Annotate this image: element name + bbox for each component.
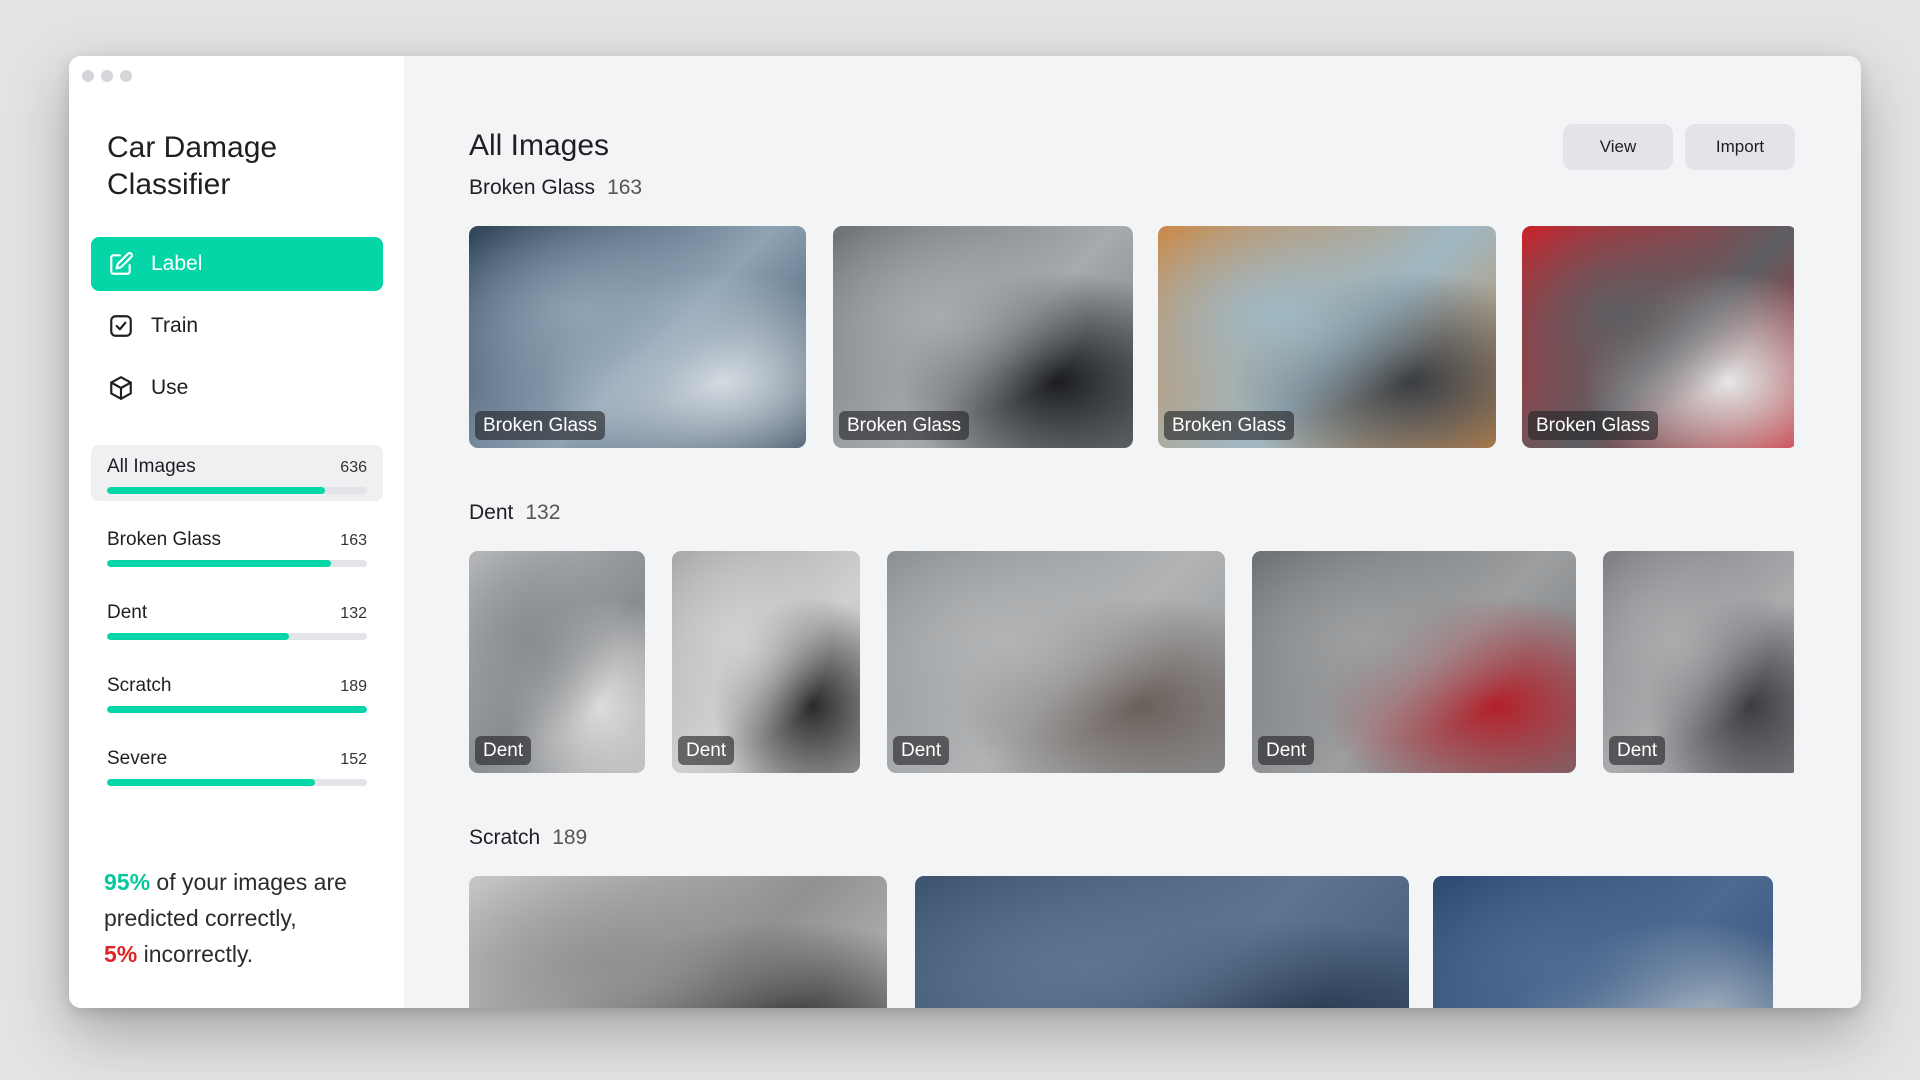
category-count: 152 <box>340 751 367 768</box>
correct-percent: 95% <box>104 869 151 895</box>
window-dot-close[interactable] <box>82 70 94 82</box>
image-label-tag: Broken Glass <box>1164 411 1295 440</box>
window-controls <box>82 70 132 82</box>
image-thumbnail[interactable]: Dent <box>1603 551 1794 773</box>
main-nav: Label Train Use <box>91 237 383 423</box>
edit-icon <box>108 251 134 277</box>
category-row: Severe 152 <box>107 748 367 770</box>
section-dent: Dent 132 Dent Dent Dent Dent Dent <box>469 501 1794 773</box>
image-label-tag: Dent <box>893 736 950 765</box>
category-count: 636 <box>340 459 367 476</box>
category-row: Scratch 189 <box>107 675 367 697</box>
thumbnail-row: Dent Dent Dent Dent Dent <box>469 551 1794 773</box>
sidebar: Car Damage Classifier Label Train Use Al… <box>69 56 404 1008</box>
category-severe[interactable]: Severe 152 <box>91 737 383 793</box>
category-name: All Images <box>107 456 196 477</box>
section-title: Broken Glass <box>469 176 596 199</box>
category-progress-fill <box>107 779 315 786</box>
car-photo <box>1433 876 1773 1008</box>
category-progress-fill <box>107 706 367 713</box>
window-dot-zoom[interactable] <box>120 70 132 82</box>
check-square-icon <box>108 313 134 339</box>
category-name: Scratch <box>107 675 172 696</box>
section-broken-glass: Broken Glass 163 Broken Glass Broken Glass B… <box>469 176 1794 448</box>
section-scratch: Scratch 189 <box>469 826 1794 1008</box>
image-label-tag: Broken Glass <box>1528 411 1659 440</box>
category-progress-bar <box>107 706 367 713</box>
nav-item-label[interactable]: Label <box>91 237 383 291</box>
category-name: Dent <box>107 602 148 623</box>
car-photo <box>915 876 1409 1008</box>
nav-item-text: Label <box>151 252 203 275</box>
summary-line-2: predicted correctly, <box>104 905 297 931</box>
category-progress-bar <box>107 633 367 640</box>
image-thumbnail[interactable]: Dent <box>1252 551 1576 773</box>
category-progress-fill <box>107 487 326 494</box>
image-thumbnail[interactable] <box>1433 876 1773 1008</box>
category-count: 163 <box>340 532 367 549</box>
nav-item-use[interactable]: Use <box>91 361 383 415</box>
image-thumbnail[interactable] <box>915 876 1409 1008</box>
car-photo <box>469 876 887 1008</box>
nav-item-text: Train <box>151 314 199 337</box>
category-progress-bar <box>107 487 367 494</box>
nav-item-train[interactable]: Train <box>91 299 383 353</box>
category-count: 132 <box>340 605 367 622</box>
image-thumbnail[interactable]: Broken Glass <box>1158 226 1496 448</box>
category-count: 189 <box>340 678 367 695</box>
category-progress-fill <box>107 560 331 567</box>
page-title: All Images <box>469 129 610 162</box>
image-thumbnail[interactable]: Dent <box>887 551 1225 773</box>
category-broken-glass[interactable]: Broken Glass 163 <box>91 518 383 574</box>
summary-line-1: of your images are <box>150 869 347 895</box>
category-scratch[interactable]: Scratch 189 <box>91 664 383 720</box>
image-label-tag: Dent <box>678 736 735 765</box>
category-row: Broken Glass 163 <box>107 529 367 551</box>
window-dot-minimize[interactable] <box>101 70 113 82</box>
section-count: 163 <box>607 176 643 199</box>
app-window: Car Damage Classifier Label Train Use Al… <box>69 56 1861 1008</box>
header-actions: View Import <box>1563 124 1795 170</box>
category-progress-bar <box>107 560 367 567</box>
image-label-tag: Dent <box>1609 736 1666 765</box>
category-progress-bar <box>107 779 367 786</box>
category-row: All Images 636 <box>107 456 367 478</box>
category-all-images[interactable]: All Images 636 <box>91 445 383 501</box>
app-title: Car Damage Classifier <box>107 131 278 201</box>
section-title: Dent <box>469 501 514 524</box>
section-header: Scratch 189 <box>469 826 1794 850</box>
thumbnail-row <box>469 876 1794 1008</box>
nav-item-text: Use <box>151 376 189 399</box>
view-button[interactable]: View <box>1563 124 1673 170</box>
section-count: 189 <box>552 826 588 849</box>
category-row: Dent 132 <box>107 602 367 624</box>
section-header: Broken Glass 163 <box>469 176 1794 200</box>
image-thumbnail[interactable]: Broken Glass <box>1522 226 1794 448</box>
image-label-tag: Dent <box>475 736 532 765</box>
image-thumbnail[interactable]: Broken Glass <box>469 226 806 448</box>
section-count: 132 <box>525 501 561 524</box>
accuracy-summary: 95% of your images are predicted correct… <box>104 864 384 972</box>
cube-icon <box>108 375 134 401</box>
image-label-tag: Broken Glass <box>475 411 606 440</box>
image-thumbnail[interactable]: Broken Glass <box>833 226 1133 448</box>
section-title: Scratch <box>469 826 541 849</box>
category-name: Severe <box>107 748 168 769</box>
incorrect-percent: 5% <box>104 941 138 967</box>
main-content: All Images View Import Broken Glass 163 Br… <box>404 56 1861 1008</box>
section-header: Dent 132 <box>469 501 1794 525</box>
import-button[interactable]: Import <box>1685 124 1795 170</box>
image-label-tag: Dent <box>1258 736 1315 765</box>
image-label-tag: Broken Glass <box>839 411 970 440</box>
thumbnail-row: Broken Glass Broken Glass Broken Glass Brok… <box>469 226 1794 448</box>
image-thumbnail[interactable]: Dent <box>469 551 645 773</box>
summary-line-3: incorrectly. <box>137 941 254 967</box>
category-dent[interactable]: Dent 132 <box>91 591 383 647</box>
category-name: Broken Glass <box>107 529 222 550</box>
category-list: All Images 636 Broken Glass 163 Dent 132 Scrat… <box>91 445 383 810</box>
image-thumbnail[interactable] <box>469 876 887 1008</box>
image-thumbnail[interactable]: Dent <box>672 551 860 773</box>
category-progress-fill <box>107 633 289 640</box>
